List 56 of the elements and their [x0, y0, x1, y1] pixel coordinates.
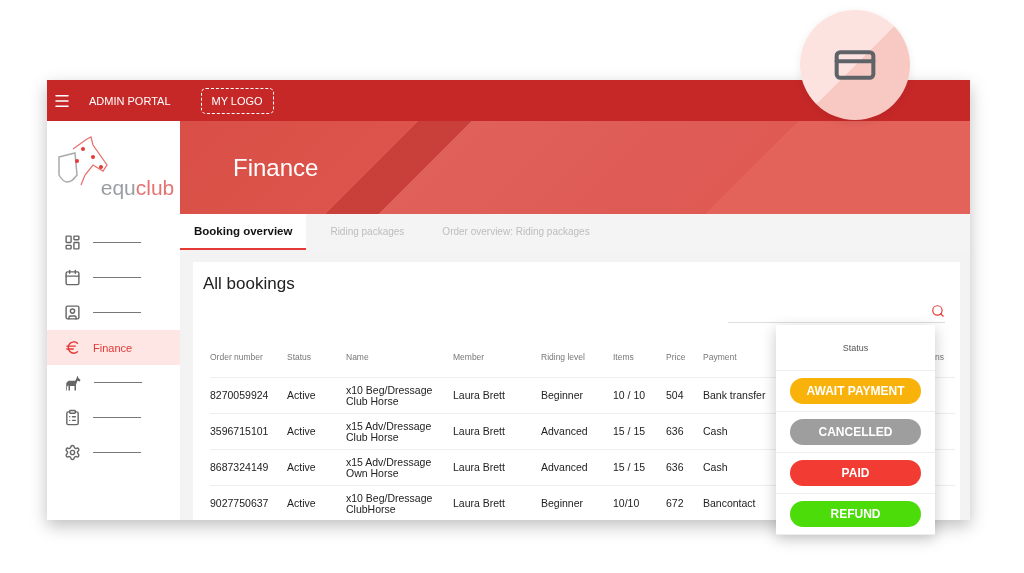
table-cell: x15 Adv/Dressage Club Horse [346, 414, 453, 450]
horse-icon [64, 373, 82, 392]
table-cell: Laura Brett [453, 378, 541, 414]
column-header: Status [287, 337, 346, 378]
status-option[interactable]: PAID [790, 460, 921, 486]
tab[interactable]: Booking overview [180, 214, 307, 250]
column-header: Name [346, 337, 453, 378]
table-cell: Active [287, 414, 346, 450]
table-cell: 10 / 10 [613, 378, 666, 414]
column-header: Member [453, 337, 541, 378]
table-cell: x15 Adv/Dressage Own Horse [346, 450, 453, 486]
page-title: Finance [233, 153, 319, 182]
table-cell: 10/10 [613, 486, 666, 520]
table-cell: 636 [666, 450, 703, 486]
column-header: Riding level [541, 337, 613, 378]
status-option[interactable]: AWAIT PAYMENT [790, 378, 921, 404]
table-cell: 636 [666, 414, 703, 450]
table-cell: Laura Brett [453, 486, 541, 520]
table-cell: Laura Brett [453, 450, 541, 486]
table-cell: 15 / 15 [613, 414, 666, 450]
table-cell: Beginner [541, 378, 613, 414]
sidebar-item[interactable]: Finance [47, 330, 180, 365]
table-cell: Active [287, 486, 346, 520]
table-cell: x10 Beg/Dressage ClubHorse [346, 486, 453, 520]
table-cell: Beginner [541, 486, 613, 520]
settings-icon [64, 444, 81, 461]
table-cell: 672 [666, 486, 703, 520]
clipboard-icon [64, 409, 81, 426]
table-cell: Laura Brett [453, 414, 541, 450]
sidebar-label: Finance [93, 341, 133, 354]
column-header: Price [666, 337, 703, 378]
table-cell: 504 [666, 378, 703, 414]
calendar-icon [64, 269, 81, 286]
table-cell: 9027750637 [210, 486, 287, 520]
table-cell: 15 / 15 [613, 450, 666, 486]
table-cell: x10 Beg/Dressage Club Horse [346, 378, 453, 414]
table-cell: Advanced [541, 450, 613, 486]
status-option[interactable]: CANCELLED [790, 419, 921, 445]
table-cell: Active [287, 378, 346, 414]
column-header: Order number [210, 337, 287, 378]
column-header: Items [613, 337, 666, 378]
table-cell: Advanced [541, 414, 613, 450]
status-option[interactable]: REFUND [790, 501, 921, 527]
portal-title: ADMIN PORTAL [89, 94, 171, 107]
search-icon [931, 304, 945, 318]
dashboard-icon [64, 234, 81, 251]
logo-field[interactable]: MY LOGO [200, 87, 274, 114]
table-cell: Active [287, 450, 346, 486]
table-cell: 8687324149 [210, 450, 287, 486]
popup-title: Status [776, 325, 935, 371]
table-cell: 3596715101 [210, 414, 287, 450]
euro-icon [64, 339, 81, 356]
table-cell: 8270059924 [210, 378, 287, 414]
contact-icon [64, 304, 81, 321]
brand-name: equclub [100, 176, 175, 200]
card-title: All bookings [203, 274, 296, 294]
